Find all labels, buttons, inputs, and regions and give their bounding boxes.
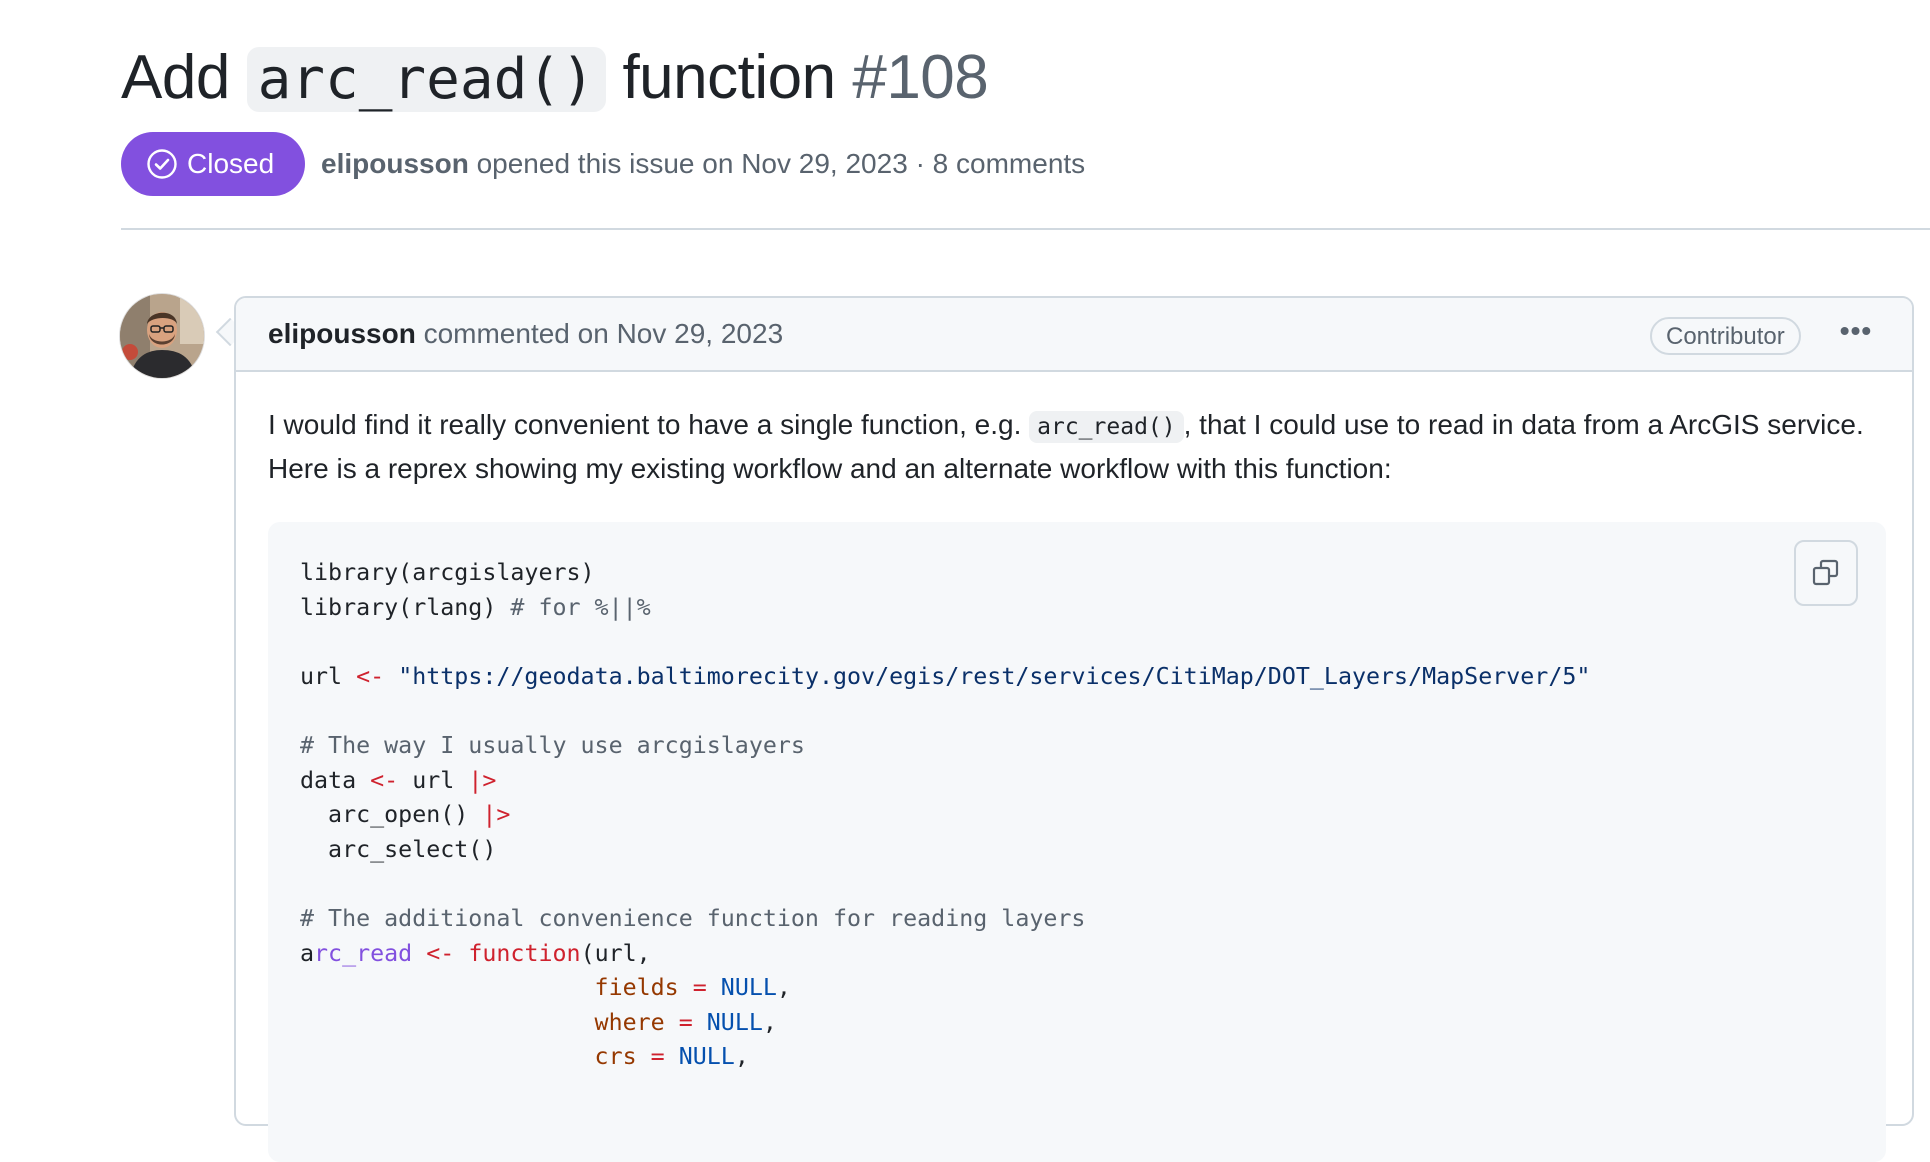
code-line: url <- "https://geodata.baltimorecity.go… xyxy=(300,662,1591,690)
copy-icon xyxy=(1810,557,1842,589)
code-line: # The way I usually use arcgislayers xyxy=(300,731,805,759)
code-line: data <- url |> xyxy=(300,766,497,794)
comment-header: elipousson commented on Nov 29, 2023 Con… xyxy=(236,298,1912,372)
comment-timestamp[interactable]: commented on Nov 29, 2023 xyxy=(424,318,784,349)
check-circle-icon xyxy=(146,148,178,180)
comment-body: I would find it really convenient to hav… xyxy=(268,404,1868,490)
title-suffix: function xyxy=(622,43,836,112)
code-line: crs = NULL, xyxy=(594,1043,749,1071)
issue-opened-text: opened this issue on Nov 29, 2023 xyxy=(476,148,908,179)
code-content: library(arcgislayers) library(rlang) # f… xyxy=(300,556,1590,1075)
comment-count: 8 comments xyxy=(932,148,1086,179)
code-line: fields = NULL, xyxy=(594,974,791,1002)
title-code: arc_read() xyxy=(246,47,606,112)
code-line: arc_open() |> xyxy=(300,801,511,829)
code-line: # The additional convenience function fo… xyxy=(300,904,1086,932)
avatar[interactable] xyxy=(120,294,204,378)
contributor-badge: Contributor xyxy=(1650,317,1801,355)
issue-title: Add arc_read() function #108 xyxy=(121,36,989,122)
meta-separator: · xyxy=(915,148,925,179)
comment-box: elipousson commented on Nov 29, 2023 Con… xyxy=(234,296,1914,1162)
copy-button[interactable] xyxy=(1794,540,1858,606)
kebab-horizontal-icon[interactable]: ••• xyxy=(1836,316,1876,354)
comment-text-before: I would find it really convenient to hav… xyxy=(268,409,1022,440)
header-divider xyxy=(121,228,1930,230)
issue-number: #108 xyxy=(852,43,989,112)
code-line: arc_read <- function(url, xyxy=(300,939,651,967)
title-prefix: Add xyxy=(121,43,230,112)
issue-state-label: Closed xyxy=(187,148,275,179)
code-line: where = NULL, xyxy=(594,1008,777,1036)
comment-byline: elipousson commented on Nov 29, 2023 xyxy=(268,314,783,354)
issue-state-badge: Closed xyxy=(121,132,305,196)
issue-meta: elipousson opened this issue on Nov 29, … xyxy=(321,144,1085,184)
issue-author-link[interactable]: elipousson xyxy=(321,148,469,179)
code-line: library(arcgislayers) xyxy=(300,559,595,586)
inline-code: arc_read() xyxy=(1029,411,1184,443)
code-line: arc_select() xyxy=(300,835,497,863)
code-line: library(rlang) # for %||% xyxy=(300,593,651,621)
comment-author-link[interactable]: elipousson xyxy=(268,318,416,349)
